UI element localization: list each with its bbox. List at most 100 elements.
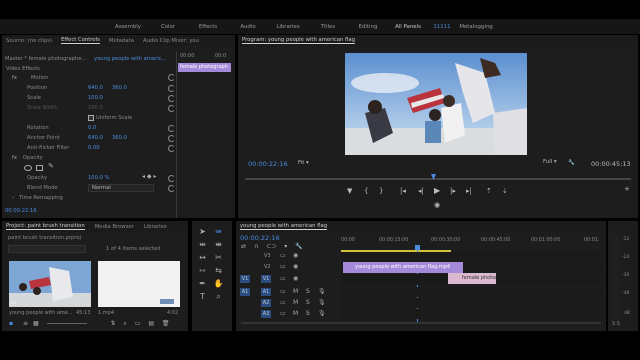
search-icon[interactable]: ⌕ <box>123 320 126 327</box>
nest-icon[interactable]: ⇄ <box>241 243 246 250</box>
voice-over-icon[interactable]: 🎙 <box>318 310 326 317</box>
razor-tool-icon[interactable]: ✂ <box>213 252 224 263</box>
play-icon[interactable]: ▶ <box>434 186 440 195</box>
track-target-a1[interactable]: A1 <box>261 288 271 296</box>
tab-sequence[interactable]: young people with american flag <box>240 223 328 230</box>
workspace-effects[interactable]: Effects <box>188 24 228 30</box>
toggle-sync-lock-icon[interactable]: ▭ <box>280 263 286 270</box>
ellipse-mask-icon[interactable] <box>24 165 32 171</box>
timeline-ruler[interactable]: 00:00 00:00:15:00 00:00:30:00 00:00:45:0… <box>341 238 606 247</box>
workspace-color[interactable]: Color <box>148 24 188 30</box>
workspace-assembly[interactable]: Assembly <box>108 24 148 30</box>
ec-timecode[interactable]: 00:00:22:16 <box>5 208 37 214</box>
type-tool-icon[interactable]: T <box>197 291 208 302</box>
fit-dropdown[interactable]: Fit ▾ <box>298 159 338 168</box>
settings-icon[interactable]: 🔧 <box>568 160 575 166</box>
program-timecode[interactable]: 00:00:22:16 <box>248 160 288 168</box>
mark-out-icon[interactable]: } <box>379 187 383 195</box>
mark-in-icon[interactable]: { <box>364 187 368 195</box>
scale-reset-icon[interactable] <box>168 95 175 102</box>
zoom-slider[interactable] <box>46 323 87 324</box>
go-to-out-icon[interactable]: ▸| <box>466 187 472 195</box>
workspace-metalogging[interactable]: Metalogging <box>456 24 496 30</box>
tab-project[interactable]: Project: paint brush transition <box>6 223 85 230</box>
project-item-thumb-0[interactable] <box>9 261 91 307</box>
sequence-clip-label[interactable]: young people with americ... <box>94 56 166 62</box>
selection-tool-icon[interactable]: ➤ <box>197 226 208 237</box>
new-item-icon[interactable]: ▤ <box>148 320 154 327</box>
track-lane-a3[interactable] <box>341 309 603 319</box>
timeline-timecode[interactable]: 00:00:22:16 <box>240 234 280 242</box>
tab-program[interactable]: Program: young people with american flag <box>242 37 355 44</box>
anchor-y-value[interactable]: 360.0 <box>112 135 127 141</box>
workspace-editing[interactable]: Editing <box>348 24 388 30</box>
antiflicker-reset-icon[interactable] <box>168 145 175 152</box>
solo-meter-icon[interactable]: S S <box>612 321 620 327</box>
rolling-edit-tool-icon[interactable]: ⇼ <box>213 239 224 250</box>
blend-mode-select[interactable]: Normal <box>88 184 154 192</box>
track-target-a3[interactable]: A3 <box>261 310 271 318</box>
quality-dropdown[interactable]: Full ▾ <box>543 159 557 165</box>
solo-icon[interactable]: S <box>306 288 310 295</box>
rotation-reset-icon[interactable] <box>168 125 175 132</box>
track-target-a2[interactable]: A2 <box>261 299 271 307</box>
export-frame-icon[interactable]: ◉ <box>434 201 440 209</box>
lock-icon[interactable]: ▪ <box>9 320 13 327</box>
scale-width-reset-icon[interactable] <box>168 105 175 112</box>
project-item-name-0[interactable]: young people with ame... <box>9 310 73 316</box>
timeline-scrollbar[interactable] <box>241 322 601 324</box>
track-select-tool-icon[interactable]: ⇛ <box>213 226 224 237</box>
clip-v2[interactable]: female photog <box>448 273 496 284</box>
project-item-name-1[interactable]: 1.mp4 <box>98 310 114 316</box>
go-to-in-icon[interactable]: |◂ <box>400 187 406 195</box>
add-marker-timeline-icon[interactable]: ▾ <box>284 243 287 250</box>
solo-icon[interactable]: S <box>306 299 310 306</box>
workspace-audio[interactable]: Audio <box>228 24 268 30</box>
antiflicker-value[interactable]: 0.00 <box>88 145 100 151</box>
toggle-sync-lock-icon[interactable]: ▭ <box>280 310 286 317</box>
source-patch-v1[interactable]: V1 <box>240 275 250 283</box>
motion-row[interactable]: fx Motion <box>12 73 49 82</box>
step-forward-icon[interactable]: |▸ <box>450 187 456 195</box>
blend-reset-icon[interactable] <box>168 185 175 192</box>
voice-over-icon[interactable]: 🎙 <box>318 288 326 295</box>
opacity-group[interactable]: fx Opacity <box>12 153 43 162</box>
workspace-extra[interactable]: 11111 <box>428 24 456 30</box>
tab-metadata[interactable]: Metadata <box>109 38 134 44</box>
opacity-reset-icon[interactable] <box>168 175 175 182</box>
rotation-value[interactable]: 0.0 <box>88 125 96 131</box>
add-marker-icon[interactable]: ▼ <box>347 187 352 195</box>
rectangle-mask-icon[interactable] <box>36 165 43 171</box>
mute-icon[interactable]: M <box>293 310 298 317</box>
workspace-all-panels[interactable]: All Panels <box>388 24 428 30</box>
toggle-output-icon[interactable]: ◉ <box>293 275 298 282</box>
trash-icon[interactable]: 🗑 <box>162 320 170 327</box>
pen-mask-icon[interactable]: ✎ <box>48 162 54 170</box>
source-patch-a1[interactable]: A1 <box>240 288 250 296</box>
toggle-sync-lock-icon[interactable]: ▭ <box>280 275 286 282</box>
rate-stretch-tool-icon[interactable]: ↔ <box>197 252 208 263</box>
time-remapping-row[interactable]: › Time Remapping <box>12 193 63 202</box>
motion-reset-icon[interactable] <box>168 74 175 81</box>
hand-tool-icon[interactable]: ✋ <box>213 278 224 289</box>
snap-icon[interactable]: ∩ <box>254 243 258 250</box>
workspace-titles[interactable]: Titles <box>308 24 348 30</box>
tab-libraries[interactable]: Libraries <box>144 224 167 230</box>
master-clip-label[interactable]: Master * female photographe... <box>5 56 86 62</box>
voice-over-icon[interactable]: 🎙 <box>318 299 326 306</box>
ec-clip-bar[interactable]: female photograph <box>178 63 231 72</box>
linked-selection-icon[interactable]: ⊂⊃ <box>266 243 276 250</box>
position-y-value[interactable]: 360.0 <box>112 85 127 91</box>
tab-audio-clip-mixer[interactable]: Audio Clip Mixer: you <box>143 38 199 44</box>
new-bin-icon[interactable]: ▭ <box>135 320 141 327</box>
clip-v1[interactable]: young people with american flag.mp4 <box>343 262 463 273</box>
keyframe-nav-icon[interactable]: ◂ ◆ ▸ <box>142 173 156 180</box>
playhead-handle[interactable] <box>415 245 420 250</box>
uniform-scale-checkbox[interactable] <box>88 115 94 121</box>
ripple-edit-tool-icon[interactable]: ⇹ <box>197 239 208 250</box>
track-target-v1[interactable]: V1 <box>261 275 271 283</box>
pen-tool-icon[interactable]: ✒ <box>197 278 208 289</box>
toggle-output-icon[interactable]: ◉ <box>293 263 298 270</box>
toggle-sync-lock-icon[interactable]: ▭ <box>280 299 286 306</box>
project-search-input[interactable] <box>8 245 86 253</box>
